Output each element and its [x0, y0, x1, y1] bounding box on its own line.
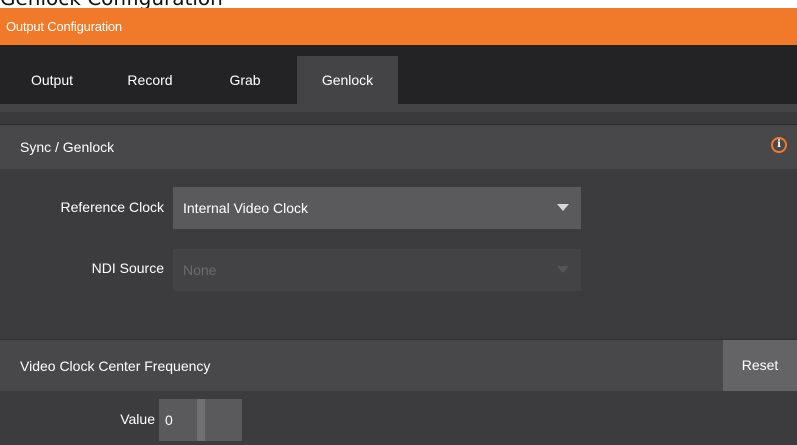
tab-grab[interactable]: Grab	[200, 56, 290, 104]
ndi-source-select[interactable]: None	[173, 249, 581, 291]
reference-clock-select[interactable]: Internal Video Clock	[173, 187, 581, 229]
output-configuration-window: Output Configuration Output Record Grab …	[0, 8, 797, 445]
info-icon[interactable]: i	[771, 137, 787, 153]
tab-content-top-strip	[0, 104, 797, 112]
reset-button[interactable]: Reset	[723, 340, 797, 391]
tab-output[interactable]: Output	[13, 56, 91, 104]
sync-genlock-title: Sync / Genlock	[20, 139, 115, 155]
tab-grab-label: Grab	[229, 72, 261, 88]
tab-genlock[interactable]: Genlock	[297, 56, 398, 104]
ndi-source-value: None	[183, 262, 217, 278]
video-clock-frequency-title: Video Clock Center Frequency	[20, 358, 211, 374]
value-label: Value	[120, 411, 155, 427]
slider-handle[interactable]	[197, 399, 205, 441]
tab-record[interactable]: Record	[104, 56, 196, 104]
chevron-down-icon	[557, 266, 569, 273]
tab-bar: Output Record Grab Genlock	[0, 45, 797, 104]
window-titlebar: Output Configuration	[0, 8, 797, 45]
sync-genlock-header[interactable]: Sync / Genlock i	[0, 125, 797, 169]
value-slider-input[interactable]: 0	[159, 399, 242, 441]
reference-clock-label: Reference Clock	[60, 199, 165, 215]
video-clock-frequency-header: Video Clock Center Frequency Reset	[0, 339, 797, 391]
page-title-text: Genlock Configuration	[0, 0, 223, 8]
tab-genlock-label: Genlock	[321, 72, 374, 88]
video-clock-frequency-body: Value 0	[0, 391, 797, 445]
content-divider	[0, 112, 797, 125]
sync-genlock-body: Reference Clock Internal Video Clock NDI…	[0, 169, 797, 339]
tab-output-label: Output	[30, 72, 74, 88]
page-title-fragment: Genlock Configuration	[0, 0, 797, 8]
ndi-source-label: NDI Source	[91, 260, 164, 276]
window-title: Output Configuration	[6, 19, 122, 34]
value-number: 0	[165, 412, 173, 428]
tab-record-label: Record	[127, 72, 173, 88]
reference-clock-value: Internal Video Clock	[183, 200, 309, 216]
chevron-down-icon	[557, 204, 569, 211]
